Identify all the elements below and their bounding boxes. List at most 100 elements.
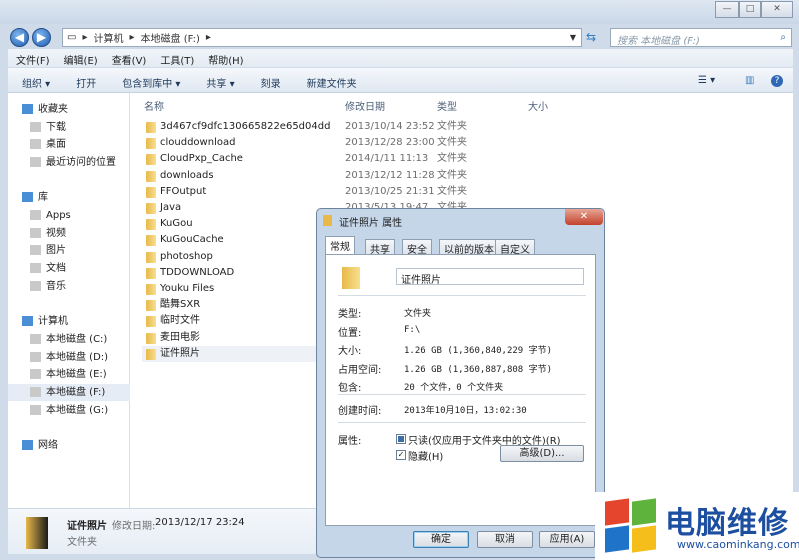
- folder-icon: [342, 267, 360, 289]
- advanced-button[interactable]: 高级(D)...: [500, 445, 584, 462]
- address-bar[interactable]: ▭ ▸ 计算机 ▸ 本地磁盘 (F:) ▸ ▼: [62, 28, 582, 47]
- folder-name-input[interactable]: 证件照片: [396, 268, 584, 286]
- sidebar-item[interactable]: 网络: [8, 437, 130, 454]
- folder-icon: [146, 300, 156, 312]
- folder-icon: [146, 267, 156, 279]
- column-type[interactable]: 类型: [437, 98, 457, 113]
- category-icon: [22, 440, 33, 450]
- sidebar-item-label: 收藏夹: [38, 104, 68, 115]
- close-button[interactable]: ✕: [761, 1, 793, 18]
- general-panel: 证件照片 类型: 文件夹 位置: F:\ 大小: 1.26 GB (1,360,840,2…: [325, 254, 596, 526]
- column-size[interactable]: 大小: [528, 98, 548, 113]
- item-icon: [30, 263, 41, 273]
- maximize-button[interactable]: □: [739, 1, 761, 18]
- view-options-icon[interactable]: ☰ ▾: [698, 75, 715, 86]
- open-button[interactable]: 打开: [76, 75, 96, 90]
- sidebar-item[interactable]: 本地磁盘 (D:): [8, 349, 130, 366]
- sidebar-item[interactable]: 本地磁盘 (C:): [8, 331, 130, 348]
- sidebar-item-label: 视频: [46, 228, 66, 239]
- sidebar-item-label: 桌面: [46, 139, 66, 150]
- sidebar-item[interactable]: 图片: [8, 242, 130, 259]
- folder-icon: [146, 235, 156, 247]
- file-name: 3d467cf9dfc130665822e65d04dd: [160, 121, 331, 132]
- new-folder-button[interactable]: 新建文件夹: [307, 75, 357, 90]
- sidebar-item[interactable]: 桌面: [8, 136, 130, 153]
- help-icon[interactable]: ?: [771, 75, 783, 87]
- menu-help[interactable]: 帮助(H): [208, 52, 243, 67]
- sidebar-item[interactable]: 收藏夹: [8, 101, 130, 118]
- cancel-button[interactable]: 取消: [477, 531, 533, 548]
- hidden-checkbox[interactable]: ✓: [396, 450, 406, 460]
- forward-button[interactable]: ▶: [32, 28, 51, 47]
- item-icon: [30, 122, 41, 132]
- file-date: 2013/12/28 23:00: [345, 137, 435, 149]
- sidebar-item[interactable]: 音乐: [8, 278, 130, 295]
- search-input[interactable]: 搜索 本地磁盘 (F:) ⌕: [610, 28, 792, 47]
- file-name: KuGouCache: [160, 234, 224, 246]
- sidebar-item[interactable]: 下载: [8, 119, 130, 136]
- file-row[interactable]: FFOutput 2013/10/25 21:31 文件夹: [130, 184, 793, 200]
- file-name: 麦田电影: [160, 331, 200, 343]
- preview-pane-icon[interactable]: ▥: [745, 75, 754, 86]
- sidebar-item[interactable]: 文档: [8, 260, 130, 277]
- organize-button[interactable]: 组织 ▾: [22, 75, 50, 90]
- sidebar-item[interactable]: Apps: [8, 207, 130, 224]
- file-row[interactable]: clouddownload 2013/12/28 23:00 文件夹: [130, 135, 793, 151]
- apply-button[interactable]: 应用(A): [539, 531, 595, 548]
- file-date: 2013/10/14 23:52: [345, 121, 435, 132]
- folder-icon: [146, 170, 156, 182]
- tab-previous-versions[interactable]: 以前的版本: [439, 239, 499, 256]
- folder-icon: [146, 186, 156, 198]
- sidebar-item[interactable]: 最近访问的位置: [8, 154, 130, 171]
- file-name: CloudPxp_Cache: [160, 153, 243, 165]
- watermark-logo: 电脑维修 www.caominkang.com: [595, 492, 799, 560]
- sidebar-item-label: 最近访问的位置: [46, 157, 116, 168]
- tab-general[interactable]: 常规: [325, 236, 355, 256]
- readonly-checkbox[interactable]: [396, 434, 406, 444]
- property-value: 20 个文件，0 个文件夹: [404, 383, 504, 393]
- sidebar-item[interactable]: 本地磁盘 (E:): [8, 366, 130, 383]
- sidebar-item[interactable]: 计算机: [8, 313, 130, 330]
- burn-button[interactable]: 刻录: [261, 75, 281, 90]
- search-icon: ⌕: [780, 32, 786, 43]
- tab-sharing[interactable]: 共享: [365, 239, 395, 256]
- history-dropdown-icon[interactable]: ▼: [570, 33, 576, 42]
- category-icon: [22, 316, 33, 326]
- sidebar-item[interactable]: 库: [8, 189, 130, 206]
- property-value: 1.26 GB (1,360,887,808 字节): [404, 364, 553, 375]
- sidebar-item-label: 文档: [46, 263, 66, 274]
- menu-file[interactable]: 文件(F): [16, 52, 50, 67]
- details-modified-label: 修改日期:: [112, 521, 156, 532]
- column-date[interactable]: 修改日期: [345, 98, 385, 113]
- item-icon: [30, 210, 41, 220]
- sidebar-item[interactable]: 视频: [8, 225, 130, 242]
- include-in-library-button[interactable]: 包含到库中 ▾: [122, 75, 180, 90]
- file-row[interactable]: downloads 2013/12/12 11:28 文件夹: [130, 168, 793, 184]
- navigation-pane: 收藏夹下载桌面最近访问的位置库 Apps 视频图片文档音乐计算机本地磁盘 (C:) 本…: [8, 93, 130, 508]
- sidebar-item-label: 本地磁盘 (E:): [46, 369, 107, 380]
- menu-edit[interactable]: 编辑(E): [64, 52, 98, 67]
- column-name[interactable]: 名称: [144, 98, 164, 113]
- sidebar-item-label: 本地磁盘 (C:): [46, 334, 108, 345]
- sidebar-item[interactable]: 本地磁盘 (G:): [8, 402, 130, 419]
- refresh-icon[interactable]: ⇆: [586, 30, 596, 44]
- minimize-button[interactable]: —: [715, 1, 739, 18]
- property-label: 位置:: [338, 327, 362, 339]
- tab-customize[interactable]: 自定义: [495, 239, 535, 256]
- back-button[interactable]: ◀: [10, 28, 29, 47]
- watermark-url: www.caominkang.com: [677, 538, 799, 551]
- dialog-close-button[interactable]: ✕: [565, 209, 603, 225]
- file-row[interactable]: CloudPxp_Cache 2014/1/11 11:13 文件夹: [130, 151, 793, 167]
- sidebar-item-label: 音乐: [46, 281, 66, 292]
- menu-view[interactable]: 查看(V): [112, 52, 147, 67]
- sidebar-item[interactable]: 本地磁盘 (F:): [8, 384, 130, 401]
- share-button[interactable]: 共享 ▾: [206, 75, 234, 90]
- breadcrumb-drive-f[interactable]: 本地磁盘 (F:): [141, 30, 200, 45]
- breadcrumb-computer[interactable]: 计算机: [93, 30, 123, 45]
- tab-security[interactable]: 安全: [402, 239, 432, 256]
- menu-tools[interactable]: 工具(T): [160, 52, 194, 67]
- file-row[interactable]: 3d467cf9dfc130665822e65d04dd 2013/10/14 2…: [130, 119, 793, 135]
- hidden-label[interactable]: 隐藏(H): [408, 448, 443, 463]
- sidebar-item-label: 计算机: [38, 316, 68, 327]
- ok-button[interactable]: 确定: [413, 531, 469, 548]
